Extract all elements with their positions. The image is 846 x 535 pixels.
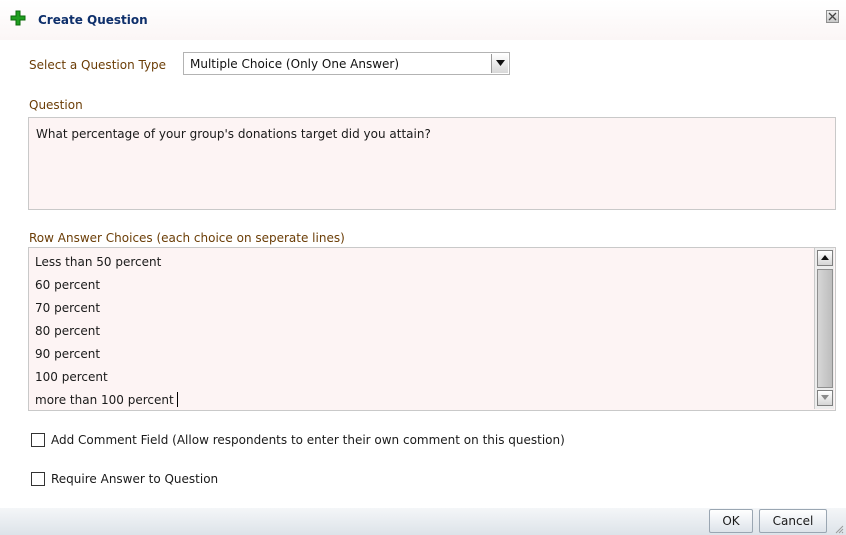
require-answer-checkbox[interactable] <box>31 472 45 486</box>
plus-icon <box>10 10 26 26</box>
comment-field-checkbox[interactable] <box>31 433 45 447</box>
question-type-value: Multiple Choice (Only One Answer) <box>190 57 400 71</box>
answer-line: 100 percent <box>35 370 108 384</box>
dropdown-button[interactable] <box>491 54 508 73</box>
answers-label: Row Answer Choices (each choice on seper… <box>29 231 345 245</box>
question-label: Question <box>29 98 83 112</box>
answer-line: Less than 50 percent <box>35 255 162 269</box>
scroll-down-button[interactable] <box>817 390 833 406</box>
answer-line: 80 percent <box>35 324 101 338</box>
answer-line: 60 percent <box>35 278 101 292</box>
scroll-up-button[interactable] <box>817 250 833 266</box>
dialog-title: Create Question <box>38 13 148 27</box>
answers-textarea[interactable]: Less than 50 percent 60 percent 70 perce… <box>28 247 836 411</box>
answer-line: 90 percent <box>35 347 101 361</box>
question-text: What percentage of your group's donation… <box>36 127 431 141</box>
text-caret <box>177 392 178 407</box>
close-button[interactable] <box>826 10 839 23</box>
answer-line: more than 100 percent <box>35 393 174 407</box>
close-icon <box>828 12 837 21</box>
answers-scrollbar[interactable] <box>814 248 834 409</box>
question-textarea[interactable]: What percentage of your group's donation… <box>28 117 836 210</box>
require-answer-label: Require Answer to Question <box>51 472 219 486</box>
ok-button[interactable]: OK <box>709 509 753 533</box>
answer-line: 70 percent <box>35 301 101 315</box>
dialog-titlebar: Create Question <box>0 0 846 40</box>
chevron-up-icon <box>821 255 829 260</box>
chevron-down-icon <box>496 60 505 66</box>
question-type-select[interactable]: Multiple Choice (Only One Answer) <box>183 52 510 75</box>
comment-field-label: Add Comment Field (Allow respondents to … <box>51 433 565 447</box>
scroll-thumb[interactable] <box>817 269 833 388</box>
chevron-down-icon <box>821 395 829 400</box>
question-type-label: Select a Question Type <box>29 58 167 72</box>
resize-grip-icon[interactable] <box>834 524 844 534</box>
cancel-button[interactable]: Cancel <box>759 509 827 533</box>
